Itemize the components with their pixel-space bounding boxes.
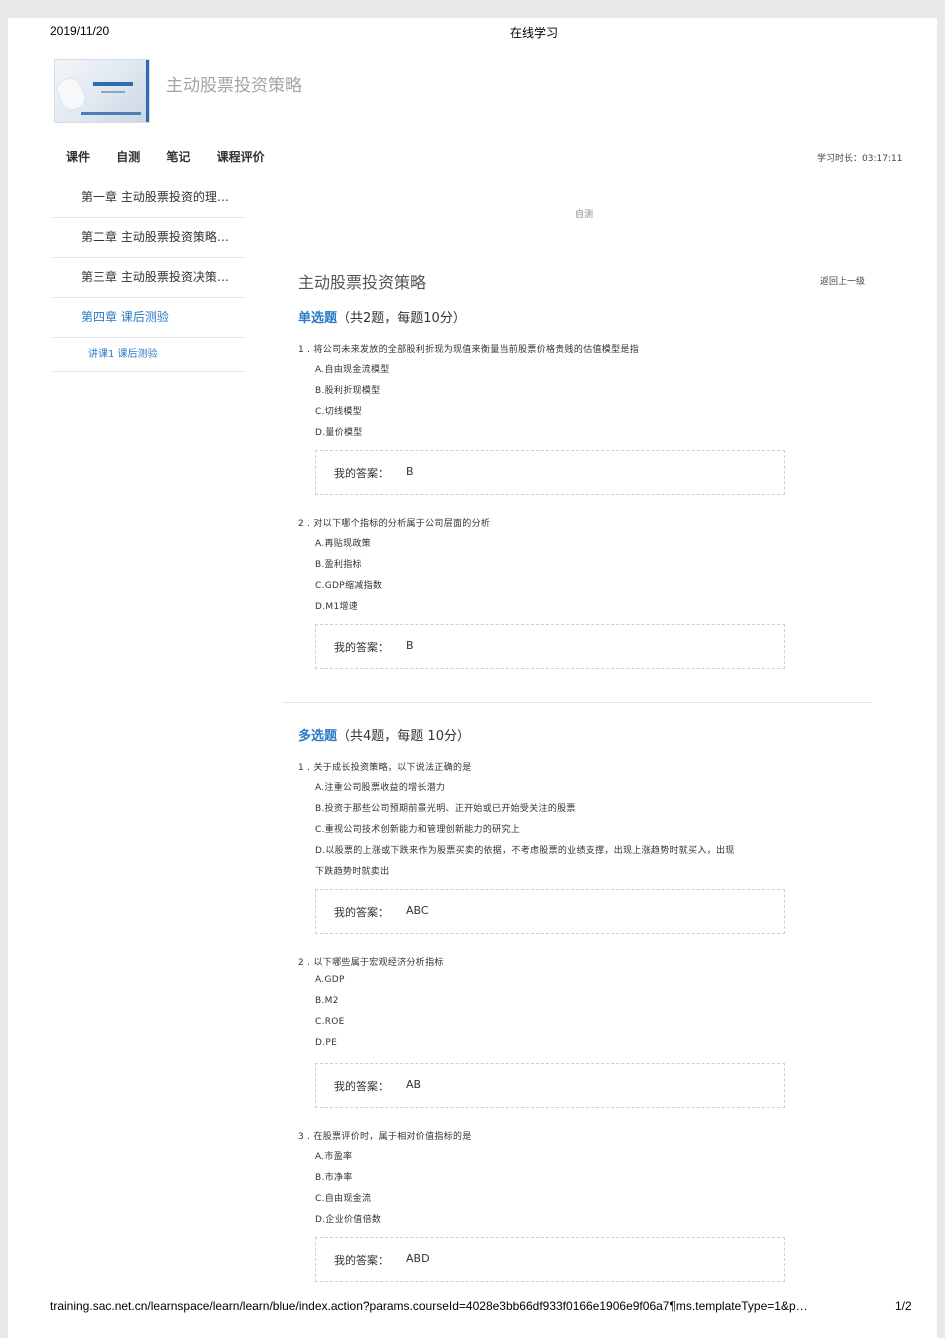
answer-value: B xyxy=(406,465,414,478)
answer-box: 我的答案： ABC xyxy=(315,889,785,934)
answer-box: 我的答案： B xyxy=(315,624,785,669)
section-type: 单选题 xyxy=(298,311,338,326)
option: B.市净率 xyxy=(315,1173,353,1183)
answer-label: 我的答案： xyxy=(334,1254,389,1267)
section-divider xyxy=(283,702,872,703)
sidebar-item-chapter-2[interactable]: 第二章 主动股票投资策略… xyxy=(53,218,245,258)
sidebar-item-chapter-4[interactable]: 第四章 课后测验 xyxy=(53,298,245,338)
option: D.企业价值倍数 xyxy=(315,1215,382,1225)
option: D.量价模型 xyxy=(315,428,363,438)
study-time: 学习时长：03:17:11 xyxy=(817,154,903,164)
breadcrumb: 自测 xyxy=(575,210,594,220)
print-date: 2019/11/20 xyxy=(50,24,110,38)
sidebar: 第一章 主动股票投资的理… 第二章 主动股票投资策略… 第三章 主动股票投资决策… xyxy=(53,178,245,372)
section-title-multi: 多选题（共4题，每题 10分） xyxy=(298,725,470,744)
option: D.PE xyxy=(315,1038,338,1048)
question-text: 2 . 以下哪些属于宏观经济分析指标 xyxy=(298,958,444,968)
option: D.M1增速 xyxy=(315,602,359,612)
back-link[interactable]: 返回上一级 xyxy=(820,274,865,287)
answer-label: 我的答案： xyxy=(334,641,389,654)
answer-box: 我的答案： ABD xyxy=(315,1237,785,1282)
answer-value: B xyxy=(406,639,414,652)
section-title-single: 单选题（共2题，每题10分） xyxy=(298,307,466,326)
answer-label: 我的答案： xyxy=(334,1080,389,1093)
print-header: 2019/11/20 在线学习 xyxy=(0,0,945,40)
answer-box: 我的答案： AB xyxy=(315,1063,785,1108)
option: B.M2 xyxy=(315,996,339,1006)
option: C.重视公司技术创新能力和管理创新能力的研究上 xyxy=(315,825,521,835)
answer-value: ABC xyxy=(406,904,429,917)
tab-courseware[interactable]: 课件 xyxy=(66,150,90,164)
option: B.投资于那些公司预期前景光明、正开始或已开始受关注的股票 xyxy=(315,804,576,814)
sidebar-item-chapter-1[interactable]: 第一章 主动股票投资的理… xyxy=(53,178,245,218)
course-tabs: 课件 自测 笔记 课程评价 xyxy=(66,148,287,165)
question-text: 1 . 将公司未来发放的全部股利折现为现值来衡量当前股票价格贵贱的估值模型是指 xyxy=(298,345,640,355)
tab-notes[interactable]: 笔记 xyxy=(166,150,190,164)
answer-box: 我的答案： B xyxy=(315,450,785,495)
answer-label: 我的答案： xyxy=(334,467,389,480)
print-footer-url: training.sac.net.cn/learnspace/learn/lea… xyxy=(50,1299,808,1313)
page-title: 主动股票投资策略 xyxy=(298,273,427,292)
tab-course-review[interactable]: 课程评价 xyxy=(217,150,265,164)
section-type: 多选题 xyxy=(298,729,338,744)
sidebar-item-chapter-3[interactable]: 第三章 主动股票投资决策… xyxy=(53,258,245,298)
option: A.注重公司股票收益的增长潜力 xyxy=(315,783,446,793)
print-footer-page: 1/2 xyxy=(895,1299,912,1313)
question-text: 2 . 对以下哪个指标的分析属于公司层面的分析 xyxy=(298,519,491,529)
question-text: 1 . 关于成长投资策略，以下说法正确的是 xyxy=(298,763,472,773)
option: C.ROE xyxy=(315,1017,345,1027)
section-meta: （共2题，每题10分） xyxy=(337,311,466,326)
option: C.自由现金流 xyxy=(315,1194,372,1204)
course-title: 主动股票投资策略 xyxy=(166,76,302,96)
answer-label: 我的答案： xyxy=(334,906,389,919)
option: A.再贴现政策 xyxy=(315,539,371,549)
sidebar-subitem-quiz[interactable]: 讲课1 课后测验 xyxy=(53,338,245,372)
option: A.GDP xyxy=(315,975,345,985)
option: A.自由现金流模型 xyxy=(315,365,390,375)
option-continued: 下跌趋势时就卖出 xyxy=(315,867,390,877)
tab-self-test[interactable]: 自测 xyxy=(116,150,140,164)
answer-value: AB xyxy=(406,1078,422,1091)
option: D.以股票的上涨或下跌来作为股票买卖的依据，不考虑股票的业绩支撑，出现上涨趋势时… xyxy=(315,846,735,856)
print-title: 在线学习 xyxy=(510,26,559,40)
option: A.市盈率 xyxy=(315,1152,353,1162)
option: B.盈利指标 xyxy=(315,560,362,570)
course-thumbnail xyxy=(54,59,150,123)
option: C.切线模型 xyxy=(315,407,362,417)
question-text: 3 . 在股票评价时，属于相对价值指标的是 xyxy=(298,1132,472,1142)
answer-value: ABD xyxy=(406,1252,430,1265)
option: C.GDP缩减指数 xyxy=(315,581,383,591)
section-meta: （共4题，每题 10分） xyxy=(337,729,470,744)
option: B.股利折现模型 xyxy=(315,386,381,396)
